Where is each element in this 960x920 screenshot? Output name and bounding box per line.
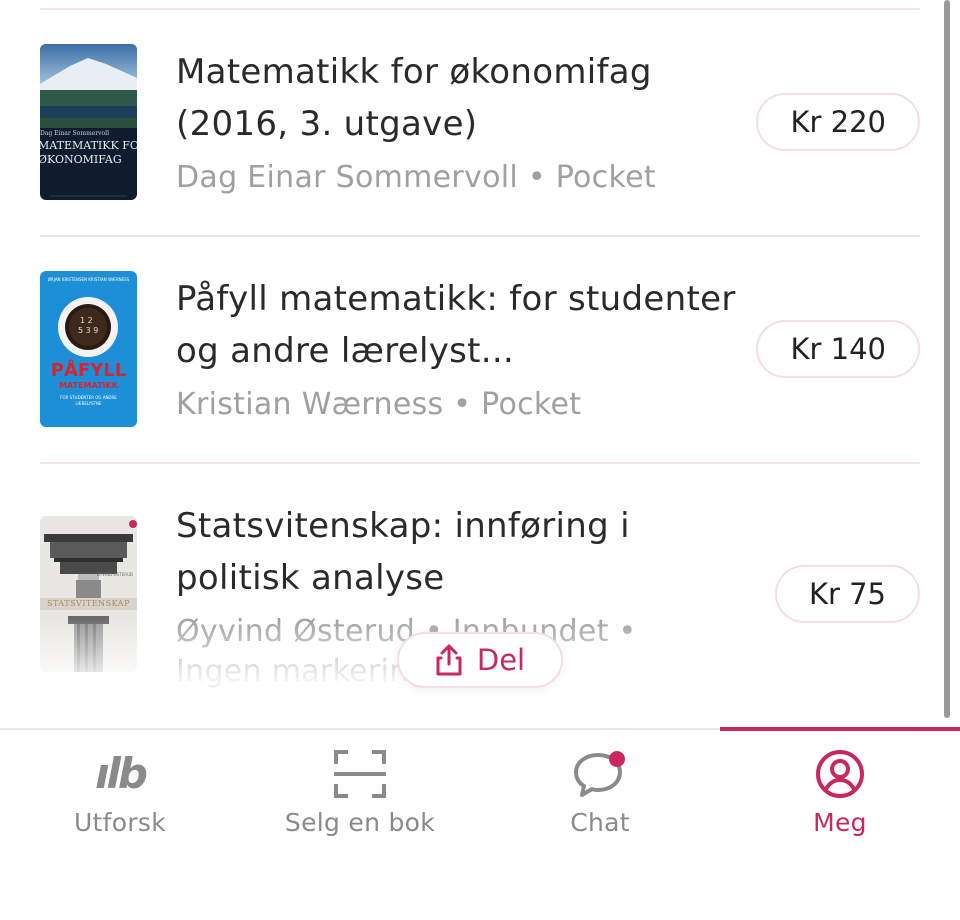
list-item[interactable]: ØRJAN KRISTENSEN KRISTIAN WÆRNESS 1 2 5 … [0,237,940,463]
book-title: Statsvitenskap: innføring i politisk ana… [176,506,630,598]
tab-label: Chat [570,808,630,837]
price-badge[interactable]: Kr 140 [756,320,920,378]
cover-author: Dag Einar Sommervoll [40,130,110,137]
tab-label: Selg en bok [284,808,436,837]
cover-title: PÅFYLL [50,360,127,381]
cover-tagline: FOR STUDENTER OG ANDRE LÆRELYSTNE [60,395,117,406]
share-label: Del [476,643,526,677]
chat-icon [572,748,628,800]
scrollbar[interactable] [944,0,950,718]
tab-chat[interactable]: Chat [480,730,720,920]
tab-label: Meg [813,808,867,837]
list-item[interactable]: Dag Einar Sommervoll MATEMATIKK FOR ØKON… [0,10,940,236]
bottom-tab-bar: ılb Utforsk Selg en bok Chat Meg [0,727,960,920]
cover-author: ØYVIND ØSTERUD [96,572,133,577]
cover-title: STATSVITENSKAP [40,598,137,610]
svg-text:5 3 9: 5 3 9 [78,326,98,335]
share-button[interactable]: Del [397,632,563,688]
price-badge[interactable]: Kr 75 [774,565,920,623]
tab-utforsk[interactable]: ılb Utforsk [0,730,240,920]
profile-icon [814,748,866,800]
book-cover[interactable]: ØYVIND ØSTERUD STATSVITENSKAP [40,516,137,672]
tab-selg-en-bok[interactable]: Selg en bok [240,730,480,920]
book-list: Dag Einar Sommervoll MATEMATIKK FOR ØKON… [0,0,960,728]
logo-icon: ılb [95,749,148,798]
cover-title-line-1: MATEMATIKK FOR [40,139,137,152]
svg-text:1 2: 1 2 [80,316,93,325]
book-cover[interactable]: ØRJAN KRISTENSEN KRISTIAN WÆRNESS 1 2 5 … [40,271,137,427]
tab-label: Utforsk [73,808,167,837]
book-title: Påfyll matematikk: for studenter og andr… [176,279,736,371]
share-icon [435,644,463,676]
divider [40,724,920,726]
book-title: Matematikk for økonomifag (2016, 3. utga… [176,52,652,144]
price-badge[interactable]: Kr 220 [756,93,920,151]
cover-title-line-2: ØKONOMIFAG [40,153,122,166]
scan-icon [334,748,386,800]
cover-subtitle: MATEMATIKK [59,381,118,390]
book-meta: Dag Einar Sommervoll • Pocket [176,160,656,195]
book-meta: Kristian Wærness • Pocket [176,387,582,422]
tab-meg[interactable]: Meg [720,727,960,920]
book-cover[interactable]: Dag Einar Sommervoll MATEMATIKK FOR ØKON… [40,44,137,200]
